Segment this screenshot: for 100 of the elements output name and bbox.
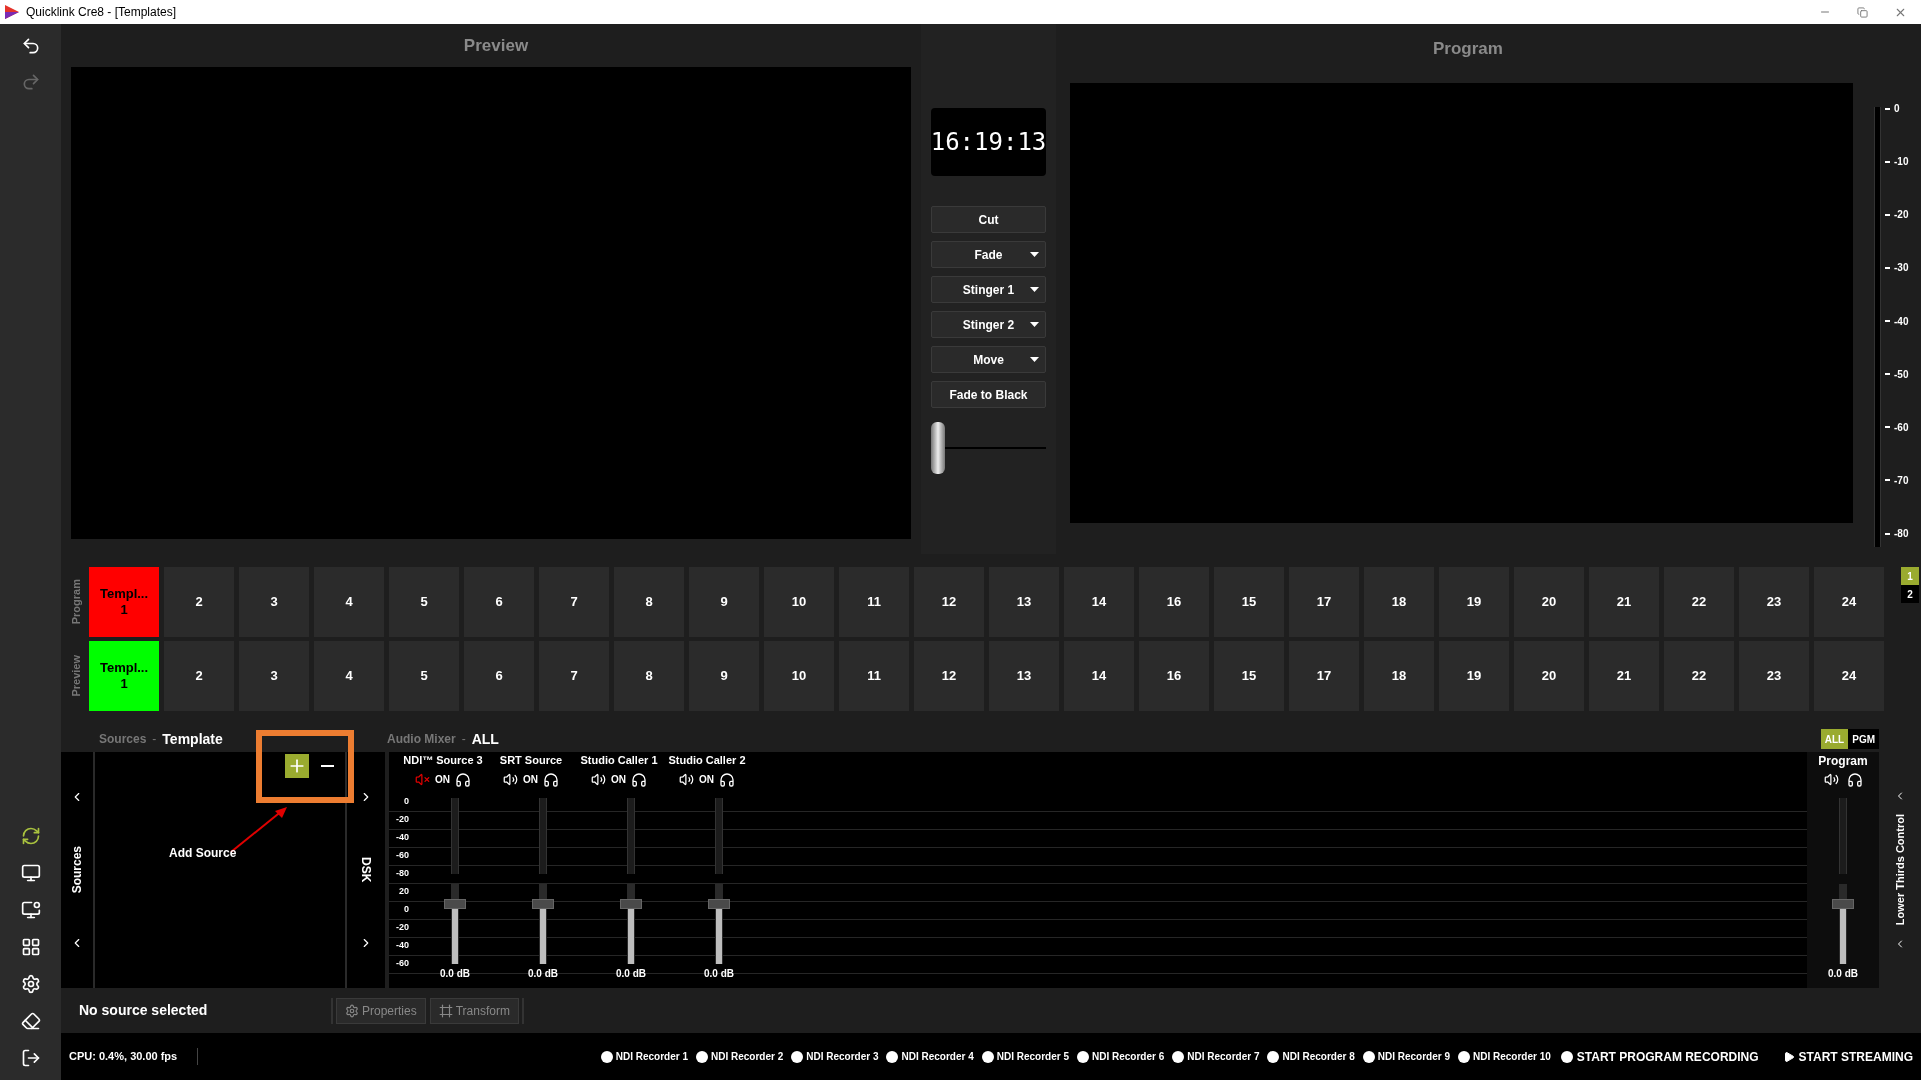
t-bar[interactable] xyxy=(931,422,1046,474)
source-cell[interactable]: 13 xyxy=(989,567,1059,637)
speaker-icon[interactable] xyxy=(1823,772,1839,787)
fader-thumb[interactable] xyxy=(620,899,642,909)
muted-speaker-icon[interactable] xyxy=(415,772,430,787)
filter-toggle[interactable]: PGM xyxy=(1848,729,1879,749)
recorder-toggle[interactable]: NDI Recorder 9 xyxy=(1362,1049,1450,1064)
fader-thumb[interactable] xyxy=(708,899,730,909)
transition-button[interactable]: Fade xyxy=(931,241,1046,268)
recorder-toggle[interactable]: NDI Recorder 10 xyxy=(1457,1049,1551,1064)
headphones-icon[interactable] xyxy=(631,771,647,788)
source-cell[interactable]: 18 xyxy=(1364,641,1434,711)
source-cell[interactable]: 7 xyxy=(539,641,609,711)
exit-icon[interactable] xyxy=(20,1048,41,1068)
source-cell[interactable]: 8 xyxy=(614,641,684,711)
recorder-toggle[interactable]: NDI Recorder 8 xyxy=(1267,1049,1355,1064)
source-cell[interactable]: 14 xyxy=(1064,641,1134,711)
source-cell[interactable]: 22 xyxy=(1664,567,1734,637)
source-cell[interactable]: 24 xyxy=(1814,641,1884,711)
source-cell[interactable]: 3 xyxy=(239,641,309,711)
source-cell[interactable]: 2 xyxy=(164,567,234,637)
source-cell[interactable]: 6 xyxy=(464,567,534,637)
source-cell[interactable]: 24 xyxy=(1814,567,1884,637)
monitor-icon[interactable] xyxy=(20,863,41,883)
source-cell[interactable]: 11 xyxy=(839,641,909,711)
restore-icon[interactable] xyxy=(1857,6,1868,18)
channel-name: Studio Caller 1 xyxy=(580,753,658,768)
source-cell[interactable]: 4 xyxy=(314,641,384,711)
source-cell[interactable]: 8 xyxy=(614,567,684,637)
source-cell[interactable]: 3 xyxy=(239,567,309,637)
source-cell[interactable]: Templ... 1 xyxy=(89,567,159,637)
source-cell[interactable]: 22 xyxy=(1664,641,1734,711)
source-cell[interactable]: 12 xyxy=(914,641,984,711)
headphones-icon[interactable] xyxy=(543,771,559,788)
headphones-icon[interactable] xyxy=(719,771,735,788)
scale-label: -60 xyxy=(396,849,409,862)
transition-button[interactable]: Fade to Black xyxy=(931,381,1046,408)
preview-label: Preview xyxy=(463,34,529,57)
source-cell[interactable]: 16 xyxy=(1139,641,1209,711)
source-cell[interactable]: 17 xyxy=(1289,641,1359,711)
record-button[interactable]: START PROGRAM RECORDING xyxy=(1560,1047,1759,1066)
source-cell[interactable]: 5 xyxy=(389,641,459,711)
source-cell[interactable]: 4 xyxy=(314,567,384,637)
source-cell[interactable]: 15 xyxy=(1214,567,1284,637)
transition-button[interactable]: Stinger 1 xyxy=(931,276,1046,303)
recorder-toggle[interactable]: NDI Recorder 7 xyxy=(1172,1049,1260,1064)
fader-thumb[interactable] xyxy=(532,899,554,909)
stream-button[interactable]: START STREAMING xyxy=(1782,1047,1913,1066)
source-cell[interactable]: 21 xyxy=(1589,567,1659,637)
t-bar-handle[interactable] xyxy=(931,422,945,474)
source-cell[interactable]: 9 xyxy=(689,641,759,711)
source-cell[interactable]: 20 xyxy=(1514,641,1584,711)
source-cell[interactable]: 17 xyxy=(1289,567,1359,637)
source-cell[interactable]: 9 xyxy=(689,567,759,637)
source-cell[interactable]: 15 xyxy=(1214,641,1284,711)
transition-button[interactable]: Move xyxy=(931,346,1046,373)
source-cell[interactable]: 11 xyxy=(839,567,909,637)
meter-tick-label: -50 xyxy=(1894,367,1909,382)
source-cell[interactable]: 16 xyxy=(1139,567,1209,637)
source-cell[interactable]: 23 xyxy=(1739,641,1809,711)
grid-icon[interactable] xyxy=(20,937,41,957)
source-cell[interactable]: 10 xyxy=(764,567,834,637)
source-cell[interactable]: 13 xyxy=(989,641,1059,711)
source-cell[interactable]: 19 xyxy=(1439,641,1509,711)
recorder-toggle[interactable]: NDI Recorder 5 xyxy=(981,1049,1069,1064)
recorder-toggle[interactable]: NDI Recorder 4 xyxy=(886,1049,974,1064)
speaker-icon[interactable] xyxy=(591,772,606,787)
speaker-icon[interactable] xyxy=(503,772,518,787)
transition-button[interactable]: Cut xyxy=(931,206,1046,233)
eraser-icon[interactable] xyxy=(20,1011,41,1031)
source-cell[interactable]: 5 xyxy=(389,567,459,637)
source-cell[interactable]: 14 xyxy=(1064,567,1134,637)
source-cell[interactable]: 12 xyxy=(914,567,984,637)
monitor-icon[interactable] xyxy=(20,900,41,920)
recorder-toggle[interactable]: NDI Recorder 1 xyxy=(600,1049,688,1064)
source-cell[interactable]: Templ... 1 xyxy=(89,641,159,711)
recorder-toggle[interactable]: NDI Recorder 3 xyxy=(791,1049,879,1064)
headphones-icon[interactable] xyxy=(455,771,471,788)
headphones-icon[interactable] xyxy=(1846,772,1863,788)
source-cell[interactable]: 21 xyxy=(1589,641,1659,711)
source-cell[interactable]: 7 xyxy=(539,567,609,637)
source-cell[interactable]: 10 xyxy=(764,641,834,711)
source-cell[interactable]: 6 xyxy=(464,641,534,711)
source-cell[interactable]: 18 xyxy=(1364,567,1434,637)
undo-icon[interactable] xyxy=(20,36,41,56)
page-button[interactable]: 2 xyxy=(1901,585,1919,603)
source-cell[interactable]: 2 xyxy=(164,641,234,711)
source-cell[interactable]: 23 xyxy=(1739,567,1809,637)
source-cell[interactable]: 19 xyxy=(1439,567,1509,637)
refresh-icon[interactable] xyxy=(20,826,41,846)
transition-button[interactable]: Stinger 2 xyxy=(931,311,1046,338)
row-label: Program xyxy=(69,579,84,625)
recorder-toggle[interactable]: NDI Recorder 2 xyxy=(695,1049,784,1064)
speaker-icon[interactable] xyxy=(679,772,694,787)
fader-thumb[interactable] xyxy=(1832,899,1854,909)
recorder-toggle[interactable]: NDI Recorder 6 xyxy=(1076,1049,1165,1064)
settings-icon[interactable] xyxy=(20,974,41,994)
source-cell[interactable]: 20 xyxy=(1514,567,1584,637)
fader-thumb[interactable] xyxy=(444,899,466,909)
meter-tick-label: -10 xyxy=(1894,155,1909,170)
